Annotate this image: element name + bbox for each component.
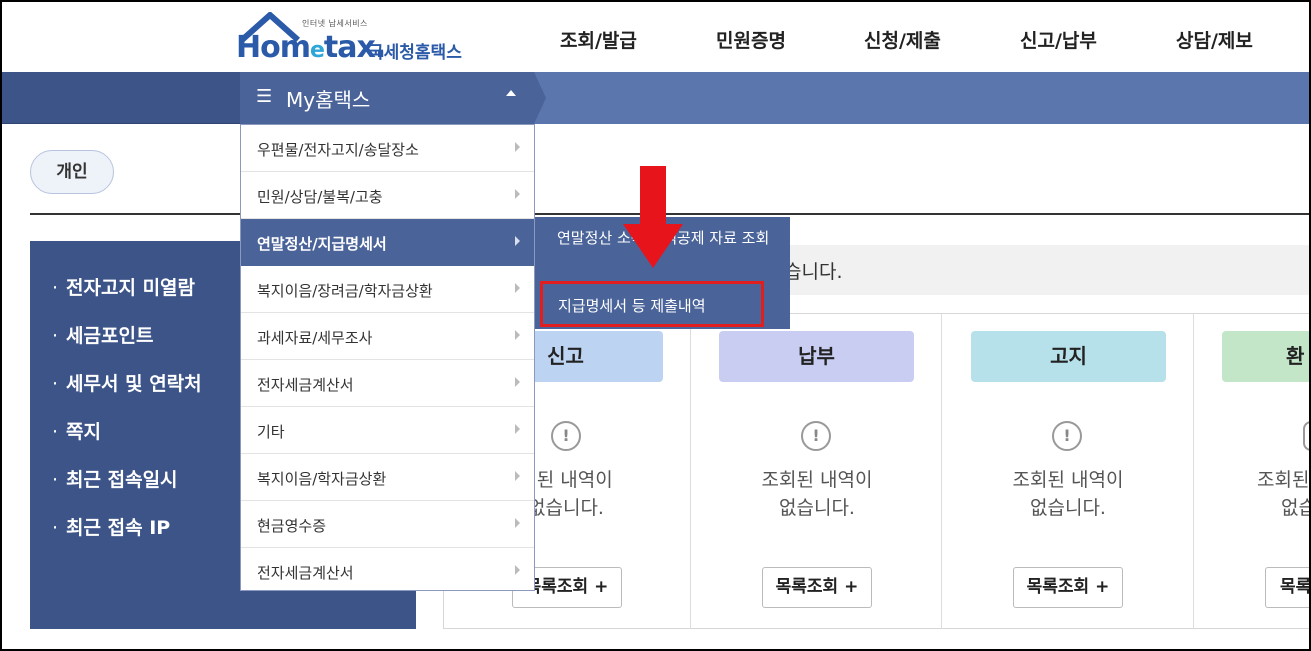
exclamation-icon: !	[801, 421, 831, 451]
summary-item-last-login: · 최근 접속일시	[52, 469, 178, 491]
card-divider	[941, 313, 942, 629]
divider	[30, 213, 1311, 215]
gnb-item-inquiry[interactable]: 조회/발급	[560, 26, 637, 53]
summary-item-last-ip: · 최근 접속 IP	[52, 517, 171, 539]
card-divider	[1193, 313, 1194, 629]
list-view-button-refund[interactable]: 목록	[1265, 567, 1311, 608]
chevron-right-icon	[515, 330, 520, 340]
menu-item-mail-notices[interactable]: 우편물/전자고지/송달장소	[241, 125, 534, 172]
menu-item-welfare-benefits[interactable]: 복지이음/장려금/학자금상환	[241, 266, 534, 313]
exclamation-icon: !	[1052, 421, 1082, 451]
chevron-right-icon	[515, 189, 520, 199]
caret-up-icon	[506, 90, 516, 96]
chevron-right-icon	[515, 471, 520, 481]
logo-korean-name: 국세청홈택스	[368, 43, 462, 63]
empty-message: 조회된 내역이 없습니다.	[1012, 469, 1124, 519]
my-hometax-label: My홈택스	[286, 88, 371, 112]
nav-bar-right	[534, 72, 1311, 124]
submenu-item-statement-history[interactable]: 지급명세서 등 제출내역	[540, 281, 764, 327]
menu-item-welfare-tuition[interactable]: 복지이음/학자금상환	[241, 454, 534, 501]
notice-text: 습니다.	[784, 261, 843, 283]
logo-wordmark: Hometax.	[236, 30, 386, 65]
gnb-item-consulting[interactable]: 상담/제보	[1176, 26, 1253, 53]
menu-item-e-tax-invoice-2[interactable]: 전자세금계산서	[241, 548, 534, 595]
gnb-item-applications[interactable]: 신청/제출	[864, 26, 941, 53]
hometax-logo[interactable]: 인터넷 납세서비스 Hometax. 국세청홈택스	[236, 10, 476, 66]
my-hometax-dropdown: 우편물/전자고지/송달장소 민원/상담/불복/고충 연말정산/지급명세서 복지이…	[240, 124, 535, 591]
chevron-right-icon	[515, 377, 520, 387]
list-view-button-payment[interactable]: 목록조회 +	[762, 567, 872, 608]
logo-tagline: 인터넷 납세서비스	[302, 19, 368, 28]
menu-arrow-tip	[534, 72, 546, 124]
annotation-arrow-head-icon	[623, 224, 683, 268]
hamburger-icon: ☰	[256, 86, 273, 107]
card-title-notice: 고지	[971, 331, 1166, 382]
site-header: 인터넷 납세서비스 Hometax. 국세청홈택스 조회/발급 민원증명 신청/…	[0, 0, 1311, 72]
card-divider	[690, 313, 691, 629]
menu-item-year-end-settlement[interactable]: 연말정산/지급명세서	[241, 219, 534, 266]
menu-item-other[interactable]: 기타	[241, 407, 534, 454]
empty-message: 조회된 없습	[1257, 469, 1311, 519]
card-title-payment: 납부	[719, 331, 914, 382]
summary-item-tax-points[interactable]: · 세금포인트	[52, 321, 153, 348]
summary-item-unread-notices[interactable]: · 전자고지 미열람	[52, 273, 195, 300]
menu-item-e-tax-invoice[interactable]: 전자세금계산서	[241, 360, 534, 407]
summary-item-tax-office[interactable]: · 세무서 및 연락처	[52, 369, 202, 396]
chevron-right-icon	[515, 565, 520, 575]
annotation-arrow-icon	[640, 166, 666, 226]
menu-item-tax-data-audit[interactable]: 과세자료/세무조사	[241, 313, 534, 360]
exclamation-icon: !	[551, 421, 581, 451]
my-hometax-menu-button[interactable]: ☰ My홈택스	[240, 72, 534, 124]
menu-item-cash-receipts[interactable]: 현금영수증	[241, 501, 534, 548]
chevron-right-icon	[515, 518, 520, 528]
summary-item-messages[interactable]: · 쪽지	[52, 417, 101, 444]
gnb-item-filing[interactable]: 신고/납부	[1020, 26, 1097, 53]
chevron-right-icon	[515, 236, 520, 246]
list-view-button-notice[interactable]: 목록조회 +	[1013, 567, 1123, 608]
empty-message: 조회된 내역이 없습니다.	[761, 469, 873, 519]
exclamation-icon	[1303, 421, 1311, 451]
user-type-tab[interactable]: 개인	[30, 150, 114, 194]
menu-item-complaints[interactable]: 민원/상담/불복/고충	[241, 172, 534, 219]
gnb-item-certificates[interactable]: 민원증명	[716, 26, 786, 53]
chevron-right-icon	[515, 424, 520, 434]
chevron-right-icon	[515, 142, 520, 152]
card-title-refund: 환	[1222, 331, 1311, 382]
chevron-right-icon	[515, 283, 520, 293]
